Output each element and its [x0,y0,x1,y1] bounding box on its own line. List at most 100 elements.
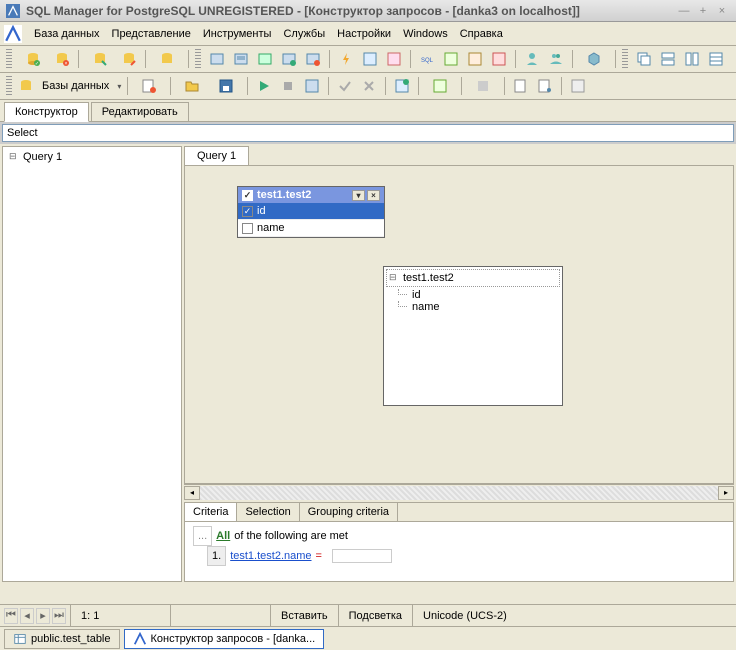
menu-view[interactable]: Представление [106,25,197,43]
q-check-button[interactable] [335,76,355,96]
select-clause[interactable]: Select [2,124,734,142]
criteria-operator[interactable]: = [316,547,322,565]
criteria-tab-criteria[interactable]: Criteria [185,503,237,521]
win-list-button[interactable] [706,49,726,69]
tree-item-query[interactable]: Query 1 [5,149,179,165]
menu-settings[interactable]: Настройки [331,25,397,43]
tool-8[interactable] [441,49,461,69]
tool-bolt[interactable] [336,49,356,69]
menu-help[interactable]: Справка [454,25,509,43]
table-window-header[interactable]: ✓ test1.test2 ▾ × [238,187,384,203]
popup-item-name[interactable]: name [384,301,562,313]
criteria-add-icon[interactable]: ... [193,526,212,546]
task-item-table[interactable]: public.test_table [4,629,120,649]
tool-9[interactable] [465,49,485,69]
nav-first-icon[interactable]: ⏮ [4,608,18,624]
tool-1[interactable] [207,49,227,69]
criteria-tab-selection[interactable]: Selection [237,503,299,521]
tool-3[interactable] [255,49,275,69]
q-run-button[interactable] [254,76,274,96]
q-save-button[interactable] [211,76,241,96]
canvas-hscroll[interactable]: ◂ ▸ [184,484,734,500]
criteria-field[interactable]: test1.test2.name [230,547,311,565]
taskbar: public.test_table Конструктор запросов -… [0,626,736,650]
q-open-button[interactable] [177,76,207,96]
task-item-constructor[interactable]: Конструктор запросов - [danka... [124,629,325,649]
query-tree[interactable]: Query 1 [3,147,181,581]
scroll-left-icon[interactable]: ◂ [184,486,200,500]
tool-7[interactable] [384,49,404,69]
q-tool-4[interactable] [425,76,455,96]
db-connect-button[interactable] [85,49,115,69]
scroll-right-icon[interactable]: ▸ [718,486,734,500]
win-tile-v-button[interactable] [682,49,702,69]
q-tool-2[interactable] [302,76,322,96]
maximize-button[interactable]: + [695,4,711,18]
db-disconnect-button[interactable] [119,49,139,69]
criteria-row-1: 1. test1.test2.name = [193,546,725,566]
toolbar-grip-2[interactable] [195,49,201,69]
databases-dropdown-icon[interactable]: ▾ [117,82,121,91]
table-window[interactable]: ✓ test1.test2 ▾ × ✓ id name [237,186,385,238]
tool-users[interactable] [546,49,566,69]
table-window-close-icon[interactable]: × [367,190,380,201]
table-col-id-check[interactable]: ✓ [242,206,253,217]
designer-area: Query 1 ✓ test1.test2 ▾ × ✓ id name [184,146,734,582]
nav-last-icon[interactable]: ⏭ [52,608,66,624]
criteria-value-input[interactable] [332,549,392,563]
menu-database[interactable]: База данных [28,25,106,43]
q-tool-7[interactable] [535,76,555,96]
tool-sql[interactable]: SQL [417,49,437,69]
table-col-name[interactable]: name [238,220,384,237]
menu-tools[interactable]: Инструменты [197,25,278,43]
win-tile-h-button[interactable] [658,49,678,69]
scroll-track[interactable] [200,486,718,500]
db-new-button[interactable]: ✓ [18,49,48,69]
q-tool-3[interactable] [392,76,412,96]
close-button[interactable]: × [714,4,730,18]
toolbar-grip[interactable] [6,49,12,69]
q-tool-1[interactable] [134,76,164,96]
designer-canvas[interactable]: ✓ test1.test2 ▾ × ✓ id name test1.test2 … [184,165,734,484]
table-col-name-check[interactable] [242,223,253,234]
win-cascade-button[interactable] [634,49,654,69]
q-stop-button[interactable] [278,76,298,96]
tool-5[interactable] [303,49,323,69]
menu-windows[interactable]: Windows [397,25,454,43]
toolbar-grip-3[interactable] [622,49,628,69]
minimize-button[interactable]: — [676,4,692,18]
nav-prev-icon[interactable]: ◂ [20,608,34,624]
field-picker-popup[interactable]: test1.test2 id name [383,266,563,406]
menu-services[interactable]: Службы [277,25,331,43]
db-remove-button[interactable]: × [52,49,72,69]
criteria-all-link[interactable]: All [216,527,230,545]
status-highlight: Подсветка [338,605,412,626]
tool-10[interactable] [489,49,509,69]
q-tool-6[interactable] [511,76,531,96]
q-cancel-button[interactable] [359,76,379,96]
tool-user[interactable] [522,49,542,69]
toolbar-grip-4[interactable] [6,76,12,96]
criteria-row-num[interactable]: 1. [207,546,226,566]
svg-text:SQL: SQL [421,58,434,64]
tab-constructor[interactable]: Конструктор [4,102,89,122]
popup-root[interactable]: test1.test2 [386,269,560,287]
table-window-menu-icon[interactable]: ▾ [352,190,365,201]
databases-label[interactable]: Базы данных [38,80,113,92]
popup-item-id[interactable]: id [384,289,562,301]
table-col-id[interactable]: ✓ id [238,203,384,220]
tool-6[interactable] [360,49,380,69]
tool-4[interactable] [279,49,299,69]
q-tool-5[interactable] [468,76,498,96]
subtab-query1[interactable]: Query 1 [184,146,249,165]
q-tool-8[interactable] [568,76,588,96]
nav-next-icon[interactable]: ▸ [36,608,50,624]
tool-2[interactable] [231,49,251,69]
query-tree-pane: Query 1 [2,146,182,582]
tab-edit[interactable]: Редактировать [91,102,189,121]
criteria-tab-grouping[interactable]: Grouping criteria [300,503,398,521]
db-action-button[interactable] [152,49,182,69]
tool-cube[interactable] [579,49,609,69]
table-window-select-all[interactable]: ✓ [242,190,253,201]
table-icon [13,632,27,646]
